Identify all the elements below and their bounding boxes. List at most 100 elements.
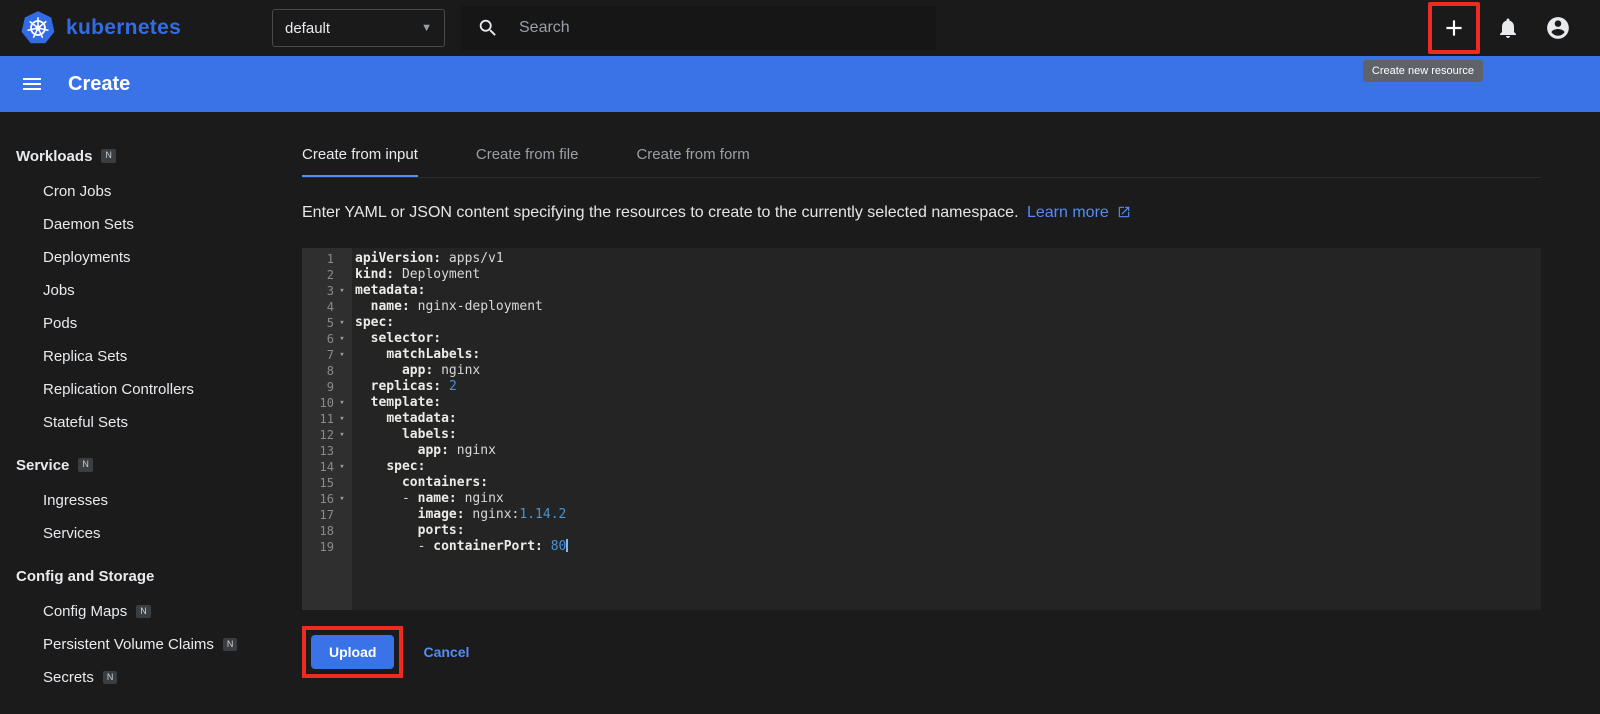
sidebar-section-label: Workloads	[16, 147, 93, 165]
sidebar-item-jobs[interactable]: Jobs	[0, 274, 277, 307]
sidebar-item-replication-controllers[interactable]: Replication Controllers	[0, 373, 277, 406]
gutter-line: 3 ▾	[302, 283, 352, 299]
tab-create-from-form[interactable]: Create from form	[636, 134, 749, 177]
sidebar-section-workloads: Workloads N	[0, 137, 277, 175]
fold-toggle-icon[interactable]: ▾	[334, 315, 350, 331]
gutter-line: 4	[326, 300, 334, 314]
bell-icon	[1496, 16, 1520, 40]
sidebar-section-config-and-storage: Config and Storage	[0, 557, 277, 595]
sidebar: Workloads N Cron Jobs Daemon Sets Deployment…	[0, 112, 277, 714]
sidebar-item-label: Pods	[43, 315, 78, 332]
kubernetes-logo-icon	[20, 10, 56, 46]
code-line[interactable]: labels:	[355, 427, 1541, 443]
yaml-editor[interactable]: 1 2 3 ▾ 4 5 ▾ 6 ▾ 7 ▾ 8 9 10 ▾ 11 ▾ 12 ▾ 13 14 ▾ 15 16 ▾ 17 18 19 a…	[302, 248, 1541, 610]
notifications-button[interactable]	[1486, 6, 1530, 50]
sidebar-item-replica-sets[interactable]: Replica Sets	[0, 340, 277, 373]
gutter-line: 12 ▾	[302, 427, 352, 443]
code-line[interactable]: metadata:	[355, 283, 1541, 299]
account-button[interactable]	[1536, 6, 1580, 50]
search-input[interactable]	[519, 19, 920, 37]
gutter-line: 2	[326, 268, 334, 282]
code-line[interactable]: spec:	[355, 459, 1541, 475]
brand[interactable]: kubernetes	[20, 10, 272, 46]
tab-create-from-input[interactable]: Create from input	[302, 134, 418, 177]
gutter-line: 16 ▾	[302, 491, 352, 507]
sidebar-item-persistent-volume-claims[interactable]: Persistent Volume Claims N	[0, 628, 277, 661]
code-line[interactable]: app: nginx	[355, 363, 1541, 379]
appbar: Create	[0, 56, 1600, 112]
namespaced-badge: N	[101, 149, 116, 163]
sidebar-item-ingresses[interactable]: Ingresses	[0, 484, 277, 517]
fold-toggle-icon[interactable]: ▾	[334, 283, 350, 299]
code-line[interactable]: image: nginx:1.14.2	[355, 507, 1541, 523]
code-line[interactable]: - containerPort: 80	[355, 539, 1541, 555]
sidebar-section-service: Service N	[0, 446, 277, 484]
annotation-red-box-upload: Upload	[302, 626, 404, 678]
gutter-line: 17	[319, 508, 334, 522]
page-title: Create	[68, 72, 131, 95]
sidebar-item-label: Daemon Sets	[43, 216, 134, 233]
fold-toggle-icon[interactable]: ▾	[334, 347, 350, 363]
code-line[interactable]: name: nginx-deployment	[355, 299, 1541, 315]
code-line[interactable]: matchLabels:	[355, 347, 1541, 363]
namespaced-badge: N	[222, 637, 238, 652]
instruction-body: Enter YAML or JSON content specifying th…	[302, 204, 1019, 221]
sidebar-section-label: Service	[16, 456, 70, 474]
sidebar-item-label: Persistent Volume Claims	[43, 636, 214, 653]
menu-button[interactable]	[20, 72, 44, 96]
gutter-line: 15	[319, 476, 334, 490]
sidebar-item-label: Deployments	[43, 249, 131, 266]
fold-toggle-icon[interactable]: ▾	[334, 459, 350, 475]
gutter-line: 1	[326, 252, 334, 266]
fold-toggle-icon[interactable]: ▾	[334, 395, 350, 411]
learn-more-link[interactable]: Learn more	[1027, 204, 1109, 221]
code-line[interactable]: apiVersion: apps/v1	[355, 251, 1541, 267]
code-line[interactable]: replicas: 2	[355, 379, 1541, 395]
code-line[interactable]: spec:	[355, 315, 1541, 331]
text-cursor	[566, 539, 569, 552]
sidebar-item-daemon-sets[interactable]: Daemon Sets	[0, 208, 277, 241]
search-bar[interactable]	[461, 6, 936, 50]
gutter-line: 9	[326, 380, 334, 394]
fold-toggle-icon[interactable]: ▾	[334, 331, 350, 347]
fold-toggle-icon[interactable]: ▾	[334, 491, 350, 507]
search-icon	[477, 17, 499, 39]
layout: Workloads N Cron Jobs Daemon Sets Deployment…	[0, 112, 1600, 714]
editor-code[interactable]: apiVersion: apps/v1 kind: Deployment metad…	[352, 248, 1541, 610]
gutter-line: 7 ▾	[302, 347, 352, 363]
create-tooltip: Create new resource	[1362, 60, 1483, 82]
fold-toggle-icon[interactable]: ▾	[334, 427, 350, 443]
fold-toggle-icon[interactable]: ▾	[334, 411, 350, 427]
sidebar-item-config-maps[interactable]: Config Maps N	[0, 595, 277, 628]
gutter-line: 19	[319, 540, 334, 554]
sidebar-item-secrets[interactable]: Secrets N	[0, 661, 277, 694]
cancel-button[interactable]: Cancel	[423, 644, 469, 660]
sidebar-item-stateful-sets[interactable]: Stateful Sets	[0, 406, 277, 439]
sidebar-item-cron-jobs[interactable]: Cron Jobs	[0, 175, 277, 208]
code-line[interactable]: containers:	[355, 475, 1541, 491]
code-line[interactable]: app: nginx	[355, 443, 1541, 459]
gutter-line: 5 ▾	[302, 315, 352, 331]
gutter-line: 10 ▾	[302, 395, 352, 411]
code-line[interactable]: - name: nginx	[355, 491, 1541, 507]
sidebar-item-pods[interactable]: Pods	[0, 307, 277, 340]
sidebar-item-label: Replica Sets	[43, 348, 128, 365]
code-line[interactable]: ports:	[355, 523, 1541, 539]
editor-gutter: 1 2 3 ▾ 4 5 ▾ 6 ▾ 7 ▾ 8 9 10 ▾ 11 ▾ 12 ▾ 13 14 ▾ 15 16 ▾ 17 18 19	[302, 248, 352, 610]
upload-button[interactable]: Upload	[311, 635, 395, 669]
namespaced-badge: N	[136, 604, 151, 619]
create-new-resource-button[interactable]	[1432, 6, 1476, 50]
gutter-line: 11 ▾	[302, 411, 352, 427]
tab-create-from-file[interactable]: Create from file	[476, 134, 579, 177]
code-line[interactable]: template:	[355, 395, 1541, 411]
plus-icon	[1441, 15, 1467, 41]
code-line[interactable]: metadata:	[355, 411, 1541, 427]
namespaced-badge: N	[102, 670, 118, 685]
namespace-select[interactable]: default ▼	[272, 9, 445, 47]
code-line[interactable]: kind: Deployment	[355, 267, 1541, 283]
sidebar-item-deployments[interactable]: Deployments	[0, 241, 277, 274]
brand-name: kubernetes	[66, 16, 182, 39]
sidebar-item-services[interactable]: Services	[0, 517, 277, 550]
code-line[interactable]: selector:	[355, 331, 1541, 347]
instruction-text: Enter YAML or JSON content specifying th…	[302, 204, 1541, 224]
